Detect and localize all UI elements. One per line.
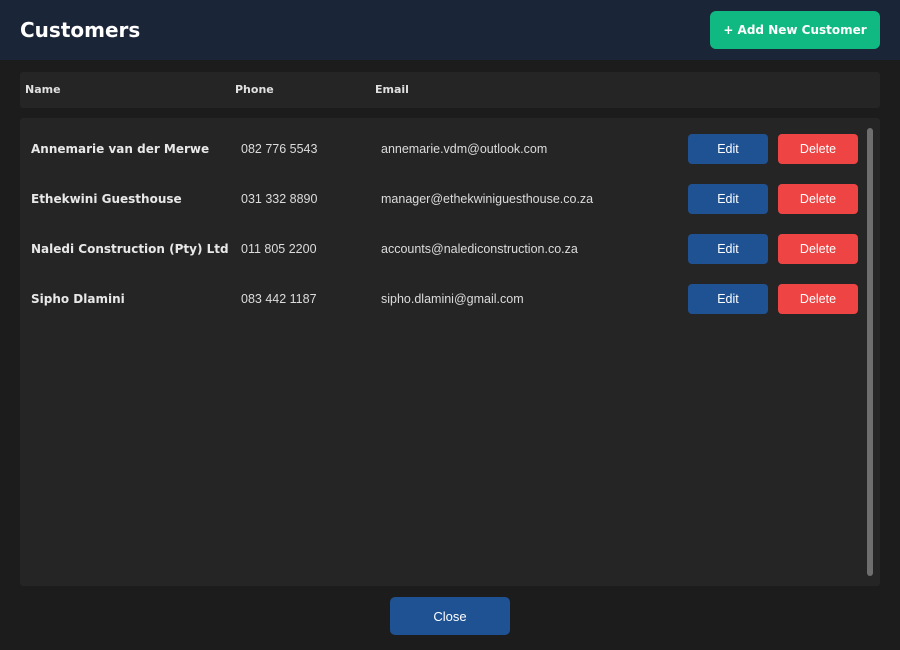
- customer-row: Sipho Dlamini 083 442 1187 sipho.dlamini…: [20, 284, 865, 314]
- column-header-email: Email: [375, 83, 409, 96]
- customer-phone: 082 776 5543: [241, 142, 318, 156]
- customer-name: Sipho Dlamini: [31, 292, 125, 306]
- list-scrollbar[interactable]: [867, 128, 873, 576]
- customer-email: sipho.dlamini@gmail.com: [381, 292, 524, 306]
- close-button[interactable]: Close: [390, 597, 510, 635]
- customer-name: Naledi Construction (Pty) Ltd: [31, 242, 229, 256]
- customer-name: Annemarie van der Merwe: [31, 142, 210, 156]
- customer-email: annemarie.vdm@outlook.com: [381, 142, 548, 156]
- customer-phone: 031 332 8890: [241, 192, 318, 206]
- column-header-phone: Phone: [235, 83, 274, 96]
- edit-button[interactable]: Edit: [688, 184, 768, 214]
- column-header-name: Name: [25, 83, 61, 96]
- customer-list: Annemarie van der Merwe 082 776 5543 ann…: [20, 118, 880, 586]
- delete-button[interactable]: Delete: [778, 284, 858, 314]
- customer-phone: 083 442 1187: [241, 292, 317, 306]
- edit-button[interactable]: Edit: [688, 134, 768, 164]
- edit-button[interactable]: Edit: [688, 284, 768, 314]
- customer-email: manager@ethekwiniguesthouse.co.za: [381, 192, 594, 206]
- column-header-row: Name Phone Email: [20, 72, 880, 108]
- delete-button[interactable]: Delete: [778, 234, 858, 264]
- delete-button[interactable]: Delete: [778, 184, 858, 214]
- delete-button[interactable]: Delete: [778, 134, 858, 164]
- customer-email: accounts@nalediconstruction.co.za: [381, 242, 578, 256]
- page-title: Customers: [20, 18, 141, 42]
- edit-button[interactable]: Edit: [688, 234, 768, 264]
- customer-phone: 011 805 2200: [241, 242, 317, 256]
- customer-row: Naledi Construction (Pty) Ltd 011 805 22…: [20, 234, 865, 264]
- add-new-customer-button[interactable]: + Add New Customer: [710, 11, 880, 49]
- customer-row: Annemarie van der Merwe 082 776 5543 ann…: [20, 134, 865, 164]
- header-bar: Customers + Add New Customer: [0, 0, 900, 60]
- customer-name: Ethekwini Guesthouse: [31, 192, 182, 206]
- customer-row: Ethekwini Guesthouse 031 332 8890 manage…: [20, 184, 865, 214]
